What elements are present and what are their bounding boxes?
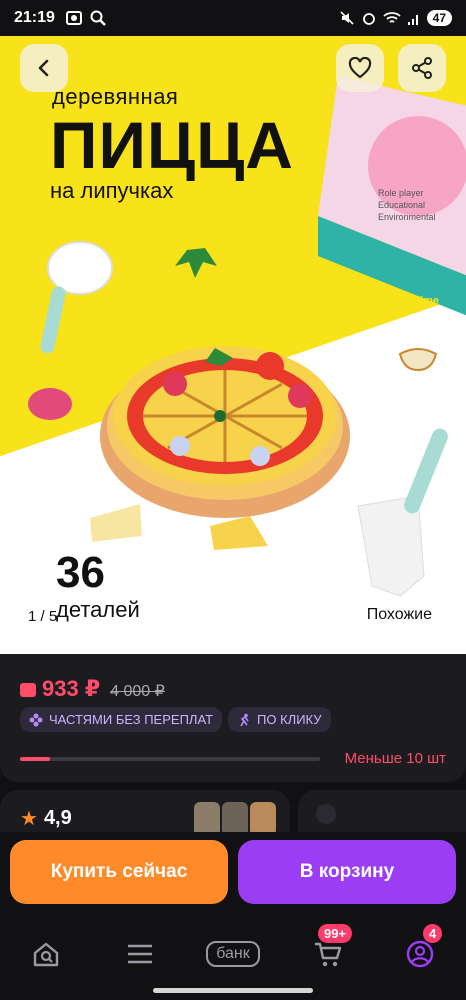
svg-text:Pizza Time: Pizza Time [383, 295, 439, 307]
cheese-piece [210, 516, 268, 550]
pizza-box: Role player Educational Environmental Pi… [318, 76, 466, 316]
battery-icon: 47 [426, 10, 452, 26]
hero-caption-top: деревянная [52, 84, 179, 109]
mute-icon [340, 11, 354, 25]
status-icons-right: 47 [339, 10, 452, 26]
product-hero[interactable]: Role player Educational Environmental Pi… [0, 36, 466, 654]
buy-now-button[interactable]: Купить сейчас [10, 840, 228, 904]
rating-value: 4,9 [43, 807, 72, 829]
tag-installments[interactable]: ЧАСТЯМИ БЕЗ ПЕРЕПЛАТ [20, 707, 223, 732]
bank-label: банк [206, 941, 260, 967]
basil-leaf [175, 248, 217, 278]
stock-progress [20, 757, 320, 761]
tag-one-click-label: ПО КЛИКУ [257, 712, 322, 727]
price-tags: ЧАСТЯМИ БЕЗ ПЕРЕПЛАТ ПО КЛИКУ [20, 707, 331, 732]
price-card: 933 ₽ 4 000 ₽ ЧАСТЯМИ БЕЗ ПЕРЕПЛАТ ПО КЛ… [0, 654, 466, 782]
mushroom-piece [398, 348, 438, 372]
share-icon [412, 57, 432, 79]
wifi-icon [383, 12, 401, 23]
pizza-cutter [40, 241, 113, 354]
alarm-icon [362, 13, 375, 25]
review-photo[interactable] [222, 802, 248, 836]
hero-count: 36 [56, 548, 105, 597]
stock-progress-fill [20, 757, 50, 761]
chevron-left-icon [38, 59, 49, 77]
cheese-piece [90, 504, 142, 542]
screenshot-icon [65, 11, 82, 25]
pizza-server [357, 428, 448, 597]
review-photo[interactable] [250, 802, 276, 836]
rating: ★ 4,9 [20, 806, 72, 831]
status-bar: 21:19 47 [0, 0, 466, 36]
heart-icon [348, 57, 372, 79]
svg-text:Educational: Educational [378, 200, 425, 210]
home-indicator [153, 988, 313, 993]
svg-text:Role player: Role player [378, 188, 424, 198]
profile-icon [406, 940, 434, 968]
menu-icon [128, 944, 152, 964]
review-photos[interactable] [194, 802, 276, 836]
similar-link[interactable]: Похожие [367, 606, 432, 624]
wallet-icon [20, 683, 36, 697]
action-bar: Купить сейчас В корзину [0, 832, 466, 916]
image-pager: 1 / 5 [28, 608, 58, 625]
nav-catalog[interactable] [118, 934, 162, 974]
cart-icon [315, 942, 342, 967]
installments-icon [29, 713, 43, 726]
pizza [100, 346, 350, 518]
svg-text:Environmental: Environmental [378, 212, 436, 222]
onion-piece [28, 388, 72, 420]
hero-caption-sub: на липучках [50, 178, 174, 203]
bottom-nav: банк 99+ 4 [0, 916, 466, 1000]
hero-caption-big: ПИЦЦА [50, 108, 294, 182]
price-old: 4 000 ₽ [110, 683, 165, 700]
run-icon [240, 713, 249, 726]
add-to-cart-button[interactable]: В корзину [238, 840, 456, 904]
tag-one-click[interactable]: ПО КЛИКУ [228, 707, 331, 732]
tag-installments-label: ЧАСТЯМИ БЕЗ ПЕРЕПЛАТ [49, 712, 214, 727]
stock-label: Меньше 10 шт [344, 750, 446, 767]
nav-home[interactable] [24, 934, 68, 974]
price-row: 933 ₽ 4 000 ₽ [20, 676, 165, 702]
search-icon [90, 10, 106, 26]
price-current-value: 933 ₽ [42, 676, 101, 701]
cart-badge: 99+ [318, 924, 353, 943]
home-search-icon [33, 942, 59, 967]
status-icons-left [65, 9, 107, 27]
signal-icon [407, 15, 418, 25]
star-icon: ★ [20, 808, 38, 830]
hero-count-label: деталей [56, 597, 140, 622]
nav-bank[interactable]: банк [202, 934, 264, 974]
review-photo[interactable] [194, 802, 220, 836]
favorite-button[interactable] [336, 44, 384, 92]
status-time: 21:19 [14, 9, 55, 26]
back-button[interactable] [20, 44, 68, 92]
price-current: 933 ₽ [20, 676, 100, 702]
share-button[interactable] [398, 44, 446, 92]
